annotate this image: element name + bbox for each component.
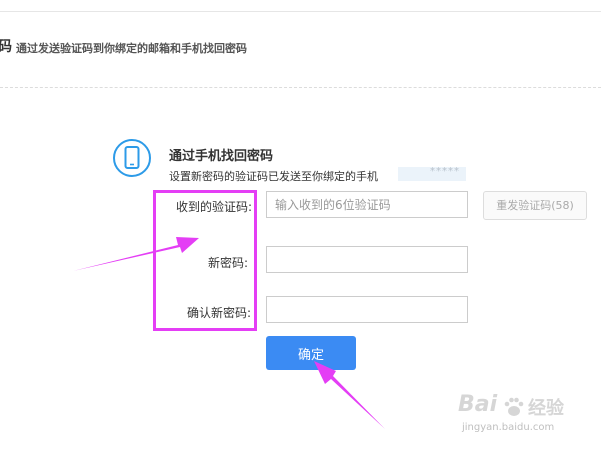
top-divider bbox=[0, 11, 601, 12]
resend-code-button[interactable]: 重发验证码(58) bbox=[483, 191, 587, 220]
method-title: 通过手机找回密码 bbox=[169, 149, 274, 164]
watermark-product: 经验 bbox=[528, 398, 564, 419]
dashed-divider bbox=[0, 87, 601, 88]
annotation-arrows bbox=[73, 237, 385, 429]
confirm-password-input[interactable] bbox=[266, 296, 468, 323]
page-subtitle: 通过发送验证码到你绑定的邮箱和手机找回密码 bbox=[16, 42, 247, 55]
mobile-phone-icon bbox=[113, 139, 151, 177]
watermark-logo: Bai bbox=[458, 392, 498, 417]
paw-icon bbox=[504, 397, 524, 416]
masked-phone-number: ***** bbox=[430, 166, 460, 177]
annotation-highlight-box bbox=[153, 190, 257, 331]
new-password-input[interactable] bbox=[266, 246, 468, 273]
verification-code-input[interactable] bbox=[266, 191, 468, 218]
page-title-fragment: 码 bbox=[0, 39, 12, 55]
annotation-arrow-confirm bbox=[314, 361, 385, 429]
watermark-url: jingyan.baidu.com bbox=[462, 422, 555, 433]
baidu-jingyan-watermark: Bai 经验 jingyan.baidu.com bbox=[458, 392, 594, 440]
confirm-button[interactable]: 确定 bbox=[266, 336, 356, 370]
method-description: 设置新密码的验证码已发送至你绑定的手机 bbox=[169, 170, 378, 183]
